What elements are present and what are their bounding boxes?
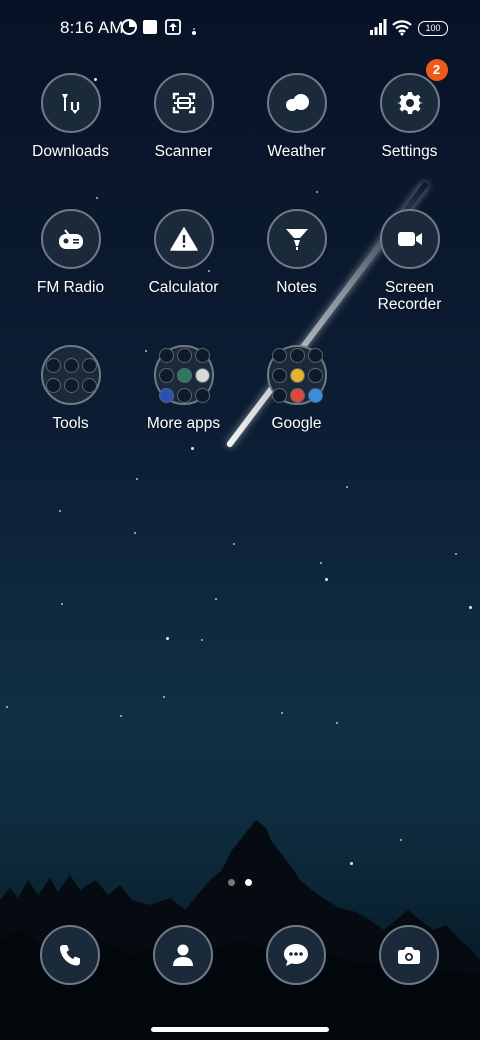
star — [134, 532, 136, 534]
video-camera-icon — [379, 209, 440, 269]
app-label: Settings — [381, 143, 438, 160]
star — [320, 562, 322, 564]
gear-icon: 2 — [379, 59, 448, 133]
star — [163, 696, 165, 698]
star — [120, 715, 122, 717]
star — [316, 191, 318, 193]
app-fm-radio[interactable]: FM Radio — [14, 209, 127, 296]
camera-icon — [379, 925, 439, 985]
app-label: Notes — [276, 279, 317, 296]
star — [336, 722, 338, 724]
star — [61, 603, 63, 605]
chat-bubble-icon — [266, 925, 326, 985]
star — [6, 706, 8, 708]
dock-messages[interactable] — [266, 925, 326, 985]
app-calculator[interactable]: Calculator — [127, 209, 240, 296]
star — [191, 447, 194, 450]
app-label: Scanner — [154, 143, 213, 160]
star — [455, 553, 457, 555]
upload-icon — [165, 19, 181, 35]
data-saver-icon — [121, 19, 137, 35]
folder-preview — [272, 347, 323, 403]
star — [469, 606, 472, 609]
app-label: Google — [271, 415, 322, 432]
app-label: FM Radio — [36, 279, 105, 296]
folder-icon — [40, 345, 101, 405]
person-icon — [153, 925, 213, 985]
folder-google[interactable]: Google — [240, 345, 353, 432]
star — [201, 639, 203, 641]
notification-badge: 2 — [425, 59, 448, 81]
dock-camera[interactable] — [379, 925, 439, 985]
folder-icon — [266, 345, 327, 405]
app-settings[interactable]: 2 Settings — [353, 59, 466, 160]
signal-icon — [370, 19, 387, 35]
download-icon — [40, 73, 101, 133]
warning-icon — [153, 209, 214, 269]
app-downloads[interactable]: Downloads — [14, 73, 127, 160]
star — [215, 598, 217, 600]
app-notes[interactable]: Notes — [240, 209, 353, 296]
phone-icon — [40, 925, 100, 985]
wifi-icon — [392, 20, 412, 36]
folder-more-apps[interactable]: More apps — [127, 345, 240, 432]
star — [166, 637, 169, 640]
app-screen-recorder[interactable]: Screen Recorder — [353, 209, 466, 313]
dock-contacts[interactable] — [153, 925, 213, 985]
folder-tools[interactable]: Tools — [14, 345, 127, 432]
home-gesture-bar[interactable] — [151, 1027, 329, 1032]
dock-phone[interactable] — [40, 925, 100, 985]
folder-preview — [46, 357, 97, 393]
star — [136, 478, 138, 480]
star — [325, 578, 328, 581]
radio-icon — [40, 209, 101, 269]
scanner-icon — [153, 73, 214, 133]
app-scanner[interactable]: Scanner — [127, 73, 240, 160]
app-label: Downloads — [32, 143, 109, 160]
page-indicator-dot-1[interactable] — [228, 879, 235, 886]
star — [59, 510, 61, 512]
app-label: Screen Recorder — [377, 279, 442, 313]
funnel-icon — [266, 209, 327, 269]
dot-icon — [192, 31, 196, 35]
app-label: More apps — [146, 415, 221, 432]
star — [233, 543, 235, 545]
star — [346, 486, 348, 488]
app-label: Weather — [267, 143, 326, 160]
page-indicator-dot-2[interactable] — [245, 879, 252, 886]
folder-icon — [153, 345, 214, 405]
folder-preview — [159, 347, 210, 403]
star — [96, 197, 98, 199]
app-weather[interactable]: Weather — [240, 73, 353, 160]
square-icon — [143, 20, 157, 34]
cloud-icon — [266, 73, 327, 133]
app-label: Calculator — [148, 279, 219, 296]
app-label: Tools — [52, 415, 89, 432]
star — [281, 712, 283, 714]
battery-icon: 100 — [418, 21, 448, 36]
tree-silhouette — [0, 820, 480, 1040]
status-time: 8:16 AM — [60, 18, 124, 37]
status-bar: 8:16 AM 100 — [0, 0, 480, 56]
